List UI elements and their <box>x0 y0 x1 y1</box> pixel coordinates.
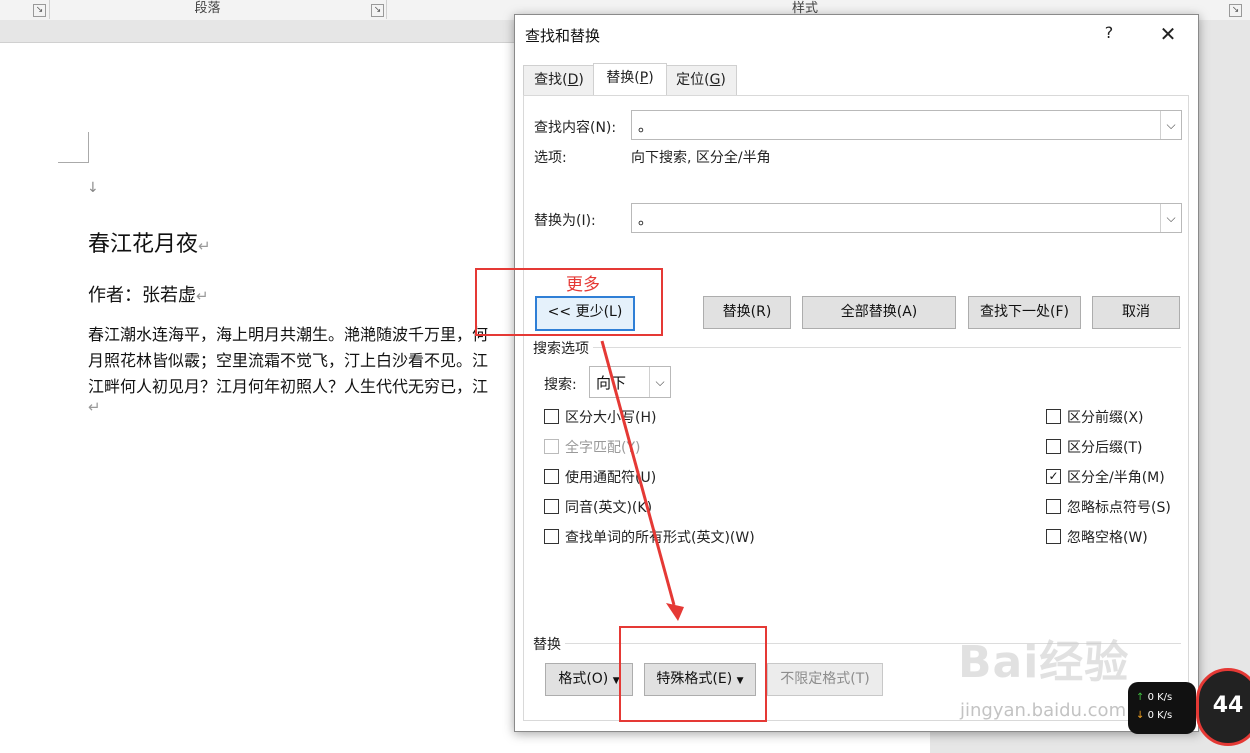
tab-goto[interactable]: 定位(G) <box>665 65 737 95</box>
network-speed-widget: ↑ 0 K/s ↓ 0 K/s <box>1128 682 1196 734</box>
search-options-title: 搜索选项 <box>533 338 593 358</box>
paragraph-mark: ↵ <box>88 398 101 416</box>
clipboard-launcher-icon[interactable]: ↘ <box>33 4 46 17</box>
upload-arrow-icon: ↑ <box>1136 692 1145 703</box>
replace-button[interactable]: 替换(R) <box>703 296 791 329</box>
chevron-down-icon[interactable]: ⌵ <box>1160 111 1181 139</box>
checkbox-ignore-whitespace[interactable]: 忽略空格(W) <box>1046 527 1186 547</box>
download-arrow-icon: ↓ <box>1136 710 1145 721</box>
checkbox-box[interactable] <box>544 409 559 424</box>
document-body-line[interactable]: 月照花林皆似霰；空里流霜不觉飞，汀上白沙看不见。江 <box>88 347 488 371</box>
tab-find[interactable]: 查找(D) <box>523 65 595 95</box>
annotation-box-special-format <box>619 626 767 722</box>
check-icon[interactable]: ✓ <box>1046 469 1061 484</box>
help-button[interactable]: ? <box>1097 21 1121 45</box>
checkbox-box[interactable] <box>544 499 559 514</box>
checkbox-box[interactable] <box>1046 439 1061 454</box>
checkbox-box[interactable] <box>544 529 559 544</box>
options-value: 向下搜索, 区分全/半角 <box>631 150 771 166</box>
close-icon[interactable]: ✕ <box>1155 21 1181 47</box>
document-body-line[interactable]: 江畔何人初见月？江月何年初照人？人生代代无穷已，江 <box>88 373 488 397</box>
find-next-button[interactable]: 查找下一处(F) <box>968 296 1081 329</box>
find-input[interactable]: 。 ⌵ <box>631 110 1182 140</box>
cpu-usage-badge: 44 <box>1196 668 1250 746</box>
checkbox-box[interactable] <box>1046 529 1061 544</box>
checkbox-match-prefix[interactable]: 区分前缀(X) <box>1046 407 1186 427</box>
annotation-box-more <box>475 268 663 336</box>
checkbox-ignore-punctuation[interactable]: 忽略标点符号(S) <box>1046 497 1186 517</box>
styles-launcher-icon[interactable]: ↘ <box>1229 4 1242 17</box>
line-break-mark: ↓ <box>87 180 99 196</box>
checkbox-box[interactable] <box>544 469 559 484</box>
watermark-url: jingyan.baidu.com <box>960 700 1127 721</box>
replace-label: 替换为(I): <box>534 213 596 229</box>
cancel-button[interactable]: 取消 <box>1092 296 1180 329</box>
ribbon-group-paragraph: 段落 <box>194 1 221 16</box>
paragraph-launcher-icon[interactable]: ↘ <box>371 4 384 17</box>
replace-value: 。 <box>638 210 654 228</box>
checkbox-box[interactable] <box>1046 499 1061 514</box>
search-direction-label: 搜索: <box>544 377 577 393</box>
tab-replace[interactable]: 替换(P) <box>593 63 667 95</box>
watermark-logo: Bai经验 <box>958 637 1130 688</box>
replace-section-title: 替换 <box>533 634 565 654</box>
checkbox-match-suffix[interactable]: 区分后缀(T) <box>1046 437 1186 457</box>
document-author[interactable]: 作者：张若虚↵ <box>88 281 209 307</box>
checkbox-box[interactable] <box>544 439 559 454</box>
download-speed: ↓ 0 K/s <box>1136 710 1173 721</box>
replace-input[interactable]: 。 ⌵ <box>631 203 1182 233</box>
chevron-down-icon[interactable]: ⌵ <box>1160 204 1181 232</box>
paragraph-mark: ↵ <box>198 237 211 255</box>
document-title[interactable]: 春江花月夜↵ <box>88 226 211 258</box>
document-author-text: 作者：张若虚 <box>88 285 196 306</box>
checkbox-match-width[interactable]: ✓ 区分全/半角(M) <box>1046 467 1186 487</box>
document-body-line[interactable]: 春江潮水连海平，海上明月共潮生。滟滟随波千万里，何 <box>88 321 488 345</box>
upload-speed: ↑ 0 K/s <box>1136 692 1173 703</box>
replace-all-button[interactable]: 全部替换(A) <box>802 296 956 329</box>
paragraph-mark: ↵ <box>196 287 209 305</box>
dialog-title: 查找和替换 <box>525 27 601 45</box>
annotation-arrow <box>600 340 684 621</box>
page-corner-mark <box>58 132 89 163</box>
options-label: 选项: <box>534 150 567 166</box>
checkbox-box[interactable] <box>1046 409 1061 424</box>
find-value: 。 <box>638 117 654 135</box>
no-formatting-button[interactable]: 不限定格式(T) <box>767 663 883 696</box>
find-label: 查找内容(N): <box>534 120 617 136</box>
document-title-text: 春江花月夜 <box>88 232 199 257</box>
